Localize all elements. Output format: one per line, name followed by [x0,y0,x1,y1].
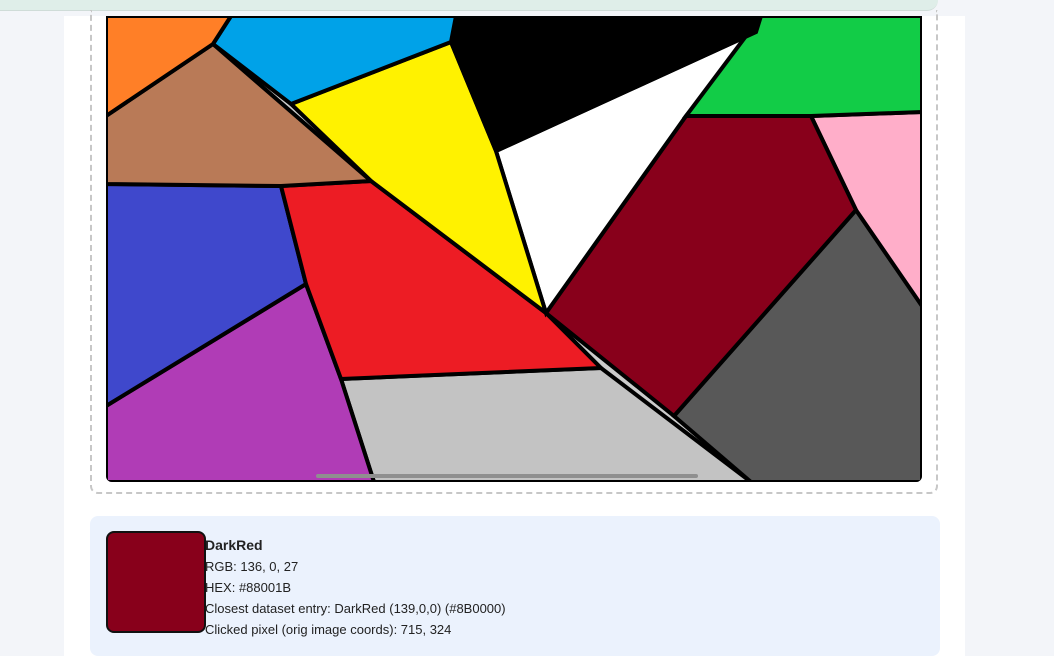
clicked-pixel: Clicked pixel (orig image coords): 715, … [205,622,452,637]
color-regions-image[interactable] [106,16,922,482]
color-image-canvas[interactable] [106,16,922,482]
closest-entry: Closest dataset entry: DarkRed (139,0,0)… [205,601,506,616]
hex-value: HEX: #88001B [205,580,292,595]
color-details: DarkRed RGB: 136, 0, 27 HEX: #88001B Clo… [205,535,506,640]
color-swatch [106,531,206,633]
rgb-value: RGB: 136, 0, 27 [205,559,299,574]
horizontal-scrollbar[interactable] [316,474,698,478]
color-name: DarkRed [205,537,263,553]
